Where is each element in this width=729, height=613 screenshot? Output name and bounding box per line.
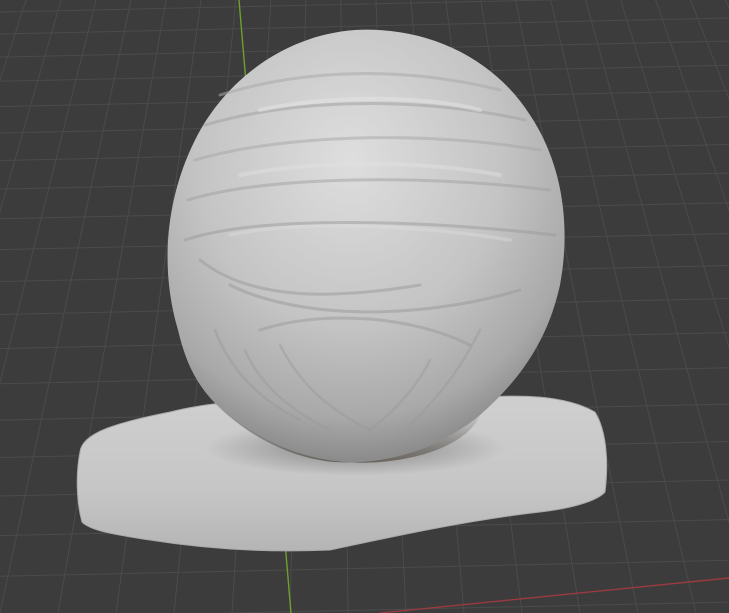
3d-viewport[interactable]: [0, 0, 729, 613]
grid-line: [209, 601, 729, 613]
grid-line: [0, 0, 570, 13]
x-axis-line: [379, 577, 729, 613]
viewport-canvas[interactable]: [0, 0, 729, 613]
sculpted-head-bust[interactable]: [76, 29, 608, 552]
grid-line: [0, 559, 729, 577]
